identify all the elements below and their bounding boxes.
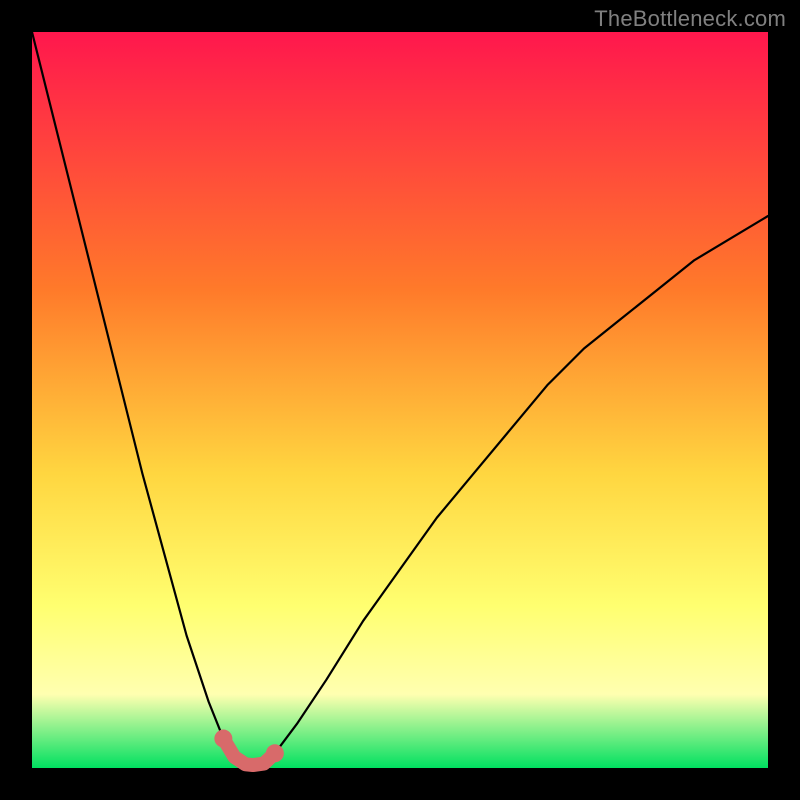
watermark-text: TheBottleneck.com <box>594 6 786 32</box>
highlight-endpoint-left <box>214 730 232 748</box>
chart-frame: { "watermark": "TheBottleneck.com", "col… <box>0 0 800 800</box>
highlight-endpoint-right <box>266 744 284 762</box>
chart-svg <box>0 0 800 800</box>
plot-background <box>32 32 768 768</box>
